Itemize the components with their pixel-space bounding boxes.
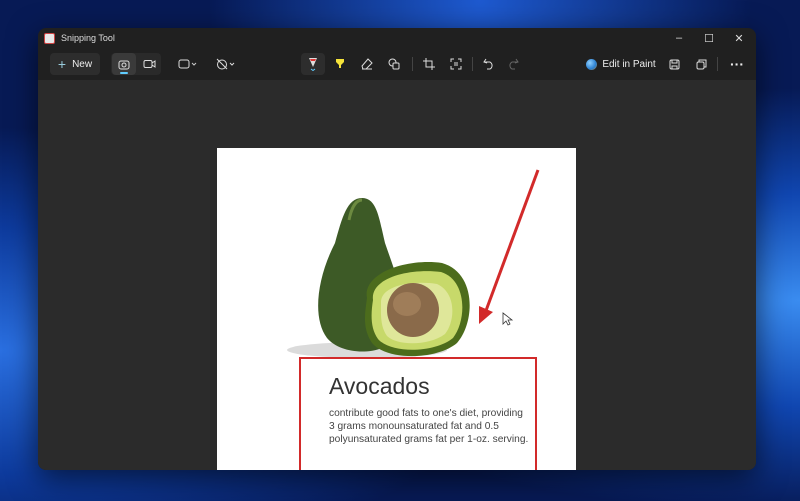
close-button[interactable]: ✕ [724, 28, 754, 48]
eraser-button[interactable] [355, 53, 379, 75]
undo-icon [483, 58, 493, 70]
copy-icon [696, 59, 706, 69]
plus-icon: + [57, 56, 67, 72]
new-button[interactable]: + New [50, 53, 100, 75]
undo-button[interactable] [477, 53, 501, 75]
save-icon [669, 59, 679, 69]
divider [472, 57, 473, 71]
screenshot-body: contribute good fats to one's diet, prov… [329, 408, 529, 445]
crop-icon [423, 58, 435, 70]
crop-button[interactable] [417, 53, 441, 75]
divider [412, 57, 413, 71]
redo-icon [509, 58, 519, 70]
screenshot-heading: Avocados [329, 373, 430, 399]
more-options-button[interactable]: ··· [724, 53, 750, 75]
ballpoint-pen-button[interactable] [301, 53, 325, 75]
rectangle-snip-icon [178, 59, 197, 69]
new-label: New [72, 58, 93, 70]
screenshot-mode-button[interactable] [112, 53, 136, 75]
edit-in-paint-button[interactable]: Edit in Paint [584, 53, 658, 75]
canvas-area: Avocados contribute good fats to one's d… [38, 80, 756, 470]
divider [717, 57, 718, 71]
active-indicator [120, 72, 128, 74]
redo-button[interactable] [501, 53, 525, 75]
maximize-button[interactable]: ☐ [694, 28, 724, 48]
video-mode-button[interactable] [137, 53, 161, 75]
captured-screenshot[interactable]: Avocados contribute good fats to one's d… [217, 148, 576, 470]
window-title: Snipping Tool [61, 33, 115, 43]
no-timer-icon [216, 58, 235, 70]
eraser-icon [361, 58, 373, 70]
toolbar: + New Edit in Paint ··· [38, 48, 756, 80]
save-button[interactable] [662, 53, 686, 75]
video-icon [143, 60, 155, 68]
text-actions-button[interactable] [444, 53, 468, 75]
app-icon [44, 32, 55, 44]
shapes-icon [388, 58, 400, 70]
pen-icon [309, 58, 317, 71]
snipping-tool-window: Snipping Tool – ☐ ✕ + New Edit in Paint … [38, 28, 756, 470]
highlighter-button[interactable] [328, 53, 352, 75]
camera-icon [118, 60, 130, 69]
delay-timer-dropdown[interactable] [212, 53, 240, 75]
annotation-box: Avocados contribute good fats to one's d… [299, 357, 537, 470]
title-bar: Snipping Tool [38, 28, 756, 48]
paint-icon [586, 58, 598, 70]
shapes-button[interactable] [382, 53, 406, 75]
edit-in-paint-label: Edit in Paint [602, 58, 656, 70]
highlighter-icon [336, 59, 344, 68]
copy-button[interactable] [689, 53, 713, 75]
snip-shape-dropdown[interactable] [174, 53, 202, 75]
cursor-icon [502, 312, 514, 326]
text-scan-icon [450, 58, 462, 70]
minimize-button[interactable]: – [664, 28, 694, 48]
